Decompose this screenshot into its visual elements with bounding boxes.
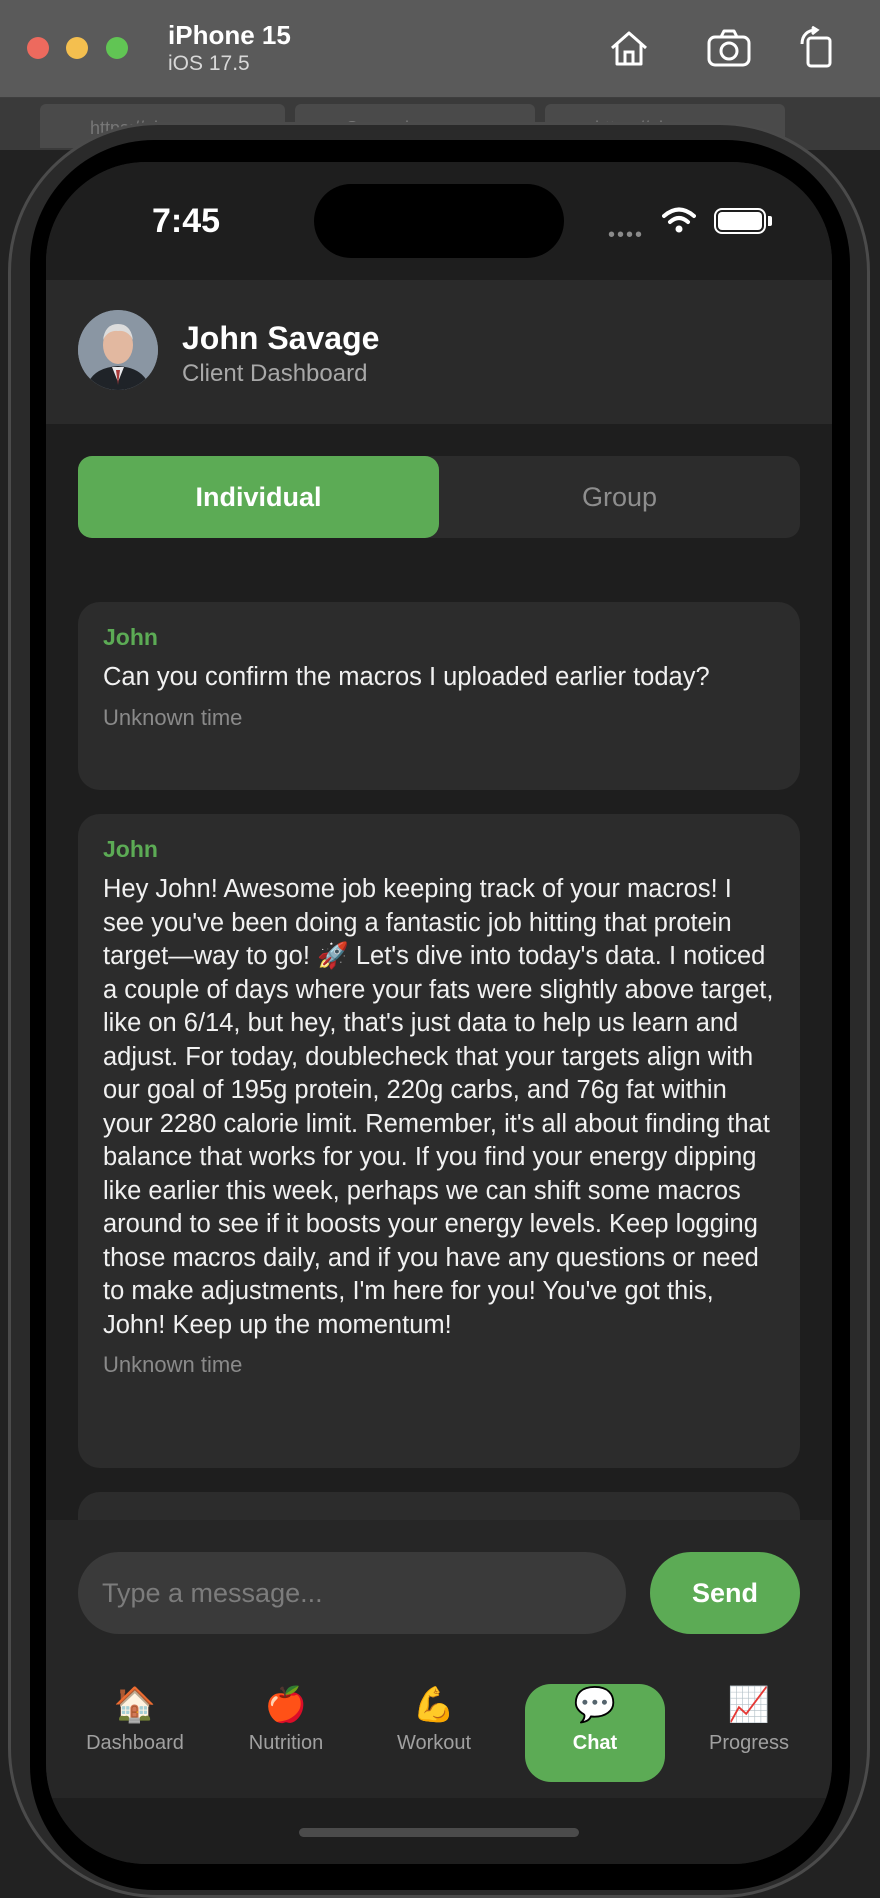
cellular-signal-icon: ••••	[608, 224, 645, 246]
simulator-titlebar: iPhone 15 iOS 17.5	[0, 0, 880, 98]
tab-label: Chat	[572, 1732, 618, 1754]
tab-label: Progress	[708, 1732, 790, 1754]
segment-group[interactable]: Group	[439, 456, 800, 538]
chat-mode-segmented-control: Individual Group	[78, 456, 800, 538]
message-sender: John	[103, 624, 158, 650]
home-indicator-area	[46, 1798, 832, 1864]
home-indicator[interactable]	[299, 1828, 579, 1837]
message-text: Hey John! Awesome job keeping track of y…	[103, 875, 774, 1339]
message-composer: Send	[46, 1520, 832, 1660]
wifi-icon	[662, 207, 696, 233]
tab-label: Dashboard	[86, 1732, 184, 1754]
message-time: Unknown time	[103, 1352, 243, 1377]
client-name: John Savage	[182, 320, 380, 356]
home-icon[interactable]	[606, 26, 652, 70]
send-button[interactable]: Send	[650, 1552, 800, 1634]
battery-cap	[768, 216, 772, 226]
chat-message: John Can you confirm the macros I upload…	[78, 602, 800, 790]
tab-chat[interactable]: 💬 Chat	[525, 1684, 665, 1782]
chat-message: John Hey John! Awesome job keeping track…	[78, 814, 800, 1468]
tab-label: Workout	[396, 1732, 472, 1754]
zoom-window-button[interactable]	[106, 37, 128, 59]
flexed-biceps-icon: 💪	[412, 1686, 456, 1724]
client-header: John Savage Client Dashboard	[46, 280, 832, 424]
message-text: Can you confirm the macros I uploaded ea…	[103, 663, 710, 691]
message-time: Unknown time	[103, 704, 243, 730]
close-window-button[interactable]	[27, 37, 49, 59]
house-icon: 🏠	[113, 1686, 157, 1724]
tab-label: Nutrition	[248, 1732, 324, 1754]
rotate-icon[interactable]	[796, 26, 842, 70]
message-input[interactable]	[78, 1552, 626, 1634]
chart-increasing-icon: 📈	[727, 1686, 771, 1724]
status-bar: 7:45 ••••	[46, 162, 832, 280]
tab-progress[interactable]: 📈 Progress	[686, 1684, 812, 1782]
segment-individual[interactable]: Individual	[78, 456, 439, 538]
dynamic-island	[314, 184, 564, 258]
status-time: 7:45	[152, 202, 221, 240]
speech-bubble-icon: 💬	[573, 1686, 617, 1724]
battery-icon	[714, 208, 766, 234]
client-subtitle: Client Dashboard	[182, 360, 368, 387]
bottom-tab-bar: 🏠 Dashboard 🍎 Nutrition 💪 Workout 💬 Chat…	[46, 1660, 832, 1798]
avatar[interactable]	[78, 310, 158, 390]
phone-screen: 7:45 •••• John Savage Client Dashboard I…	[46, 162, 832, 1864]
tab-nutrition[interactable]: 🍎 Nutrition	[226, 1684, 346, 1782]
device-name: iPhone 15	[168, 20, 291, 50]
tab-dashboard[interactable]: 🏠 Dashboard	[74, 1684, 196, 1782]
device-os-version: iOS 17.5	[168, 52, 250, 75]
message-sender: John	[103, 836, 158, 862]
tab-workout[interactable]: 💪 Workout	[372, 1684, 496, 1782]
minimize-window-button[interactable]	[66, 37, 88, 59]
screenshot-icon[interactable]	[706, 26, 752, 70]
apple-icon: 🍎	[264, 1686, 308, 1724]
